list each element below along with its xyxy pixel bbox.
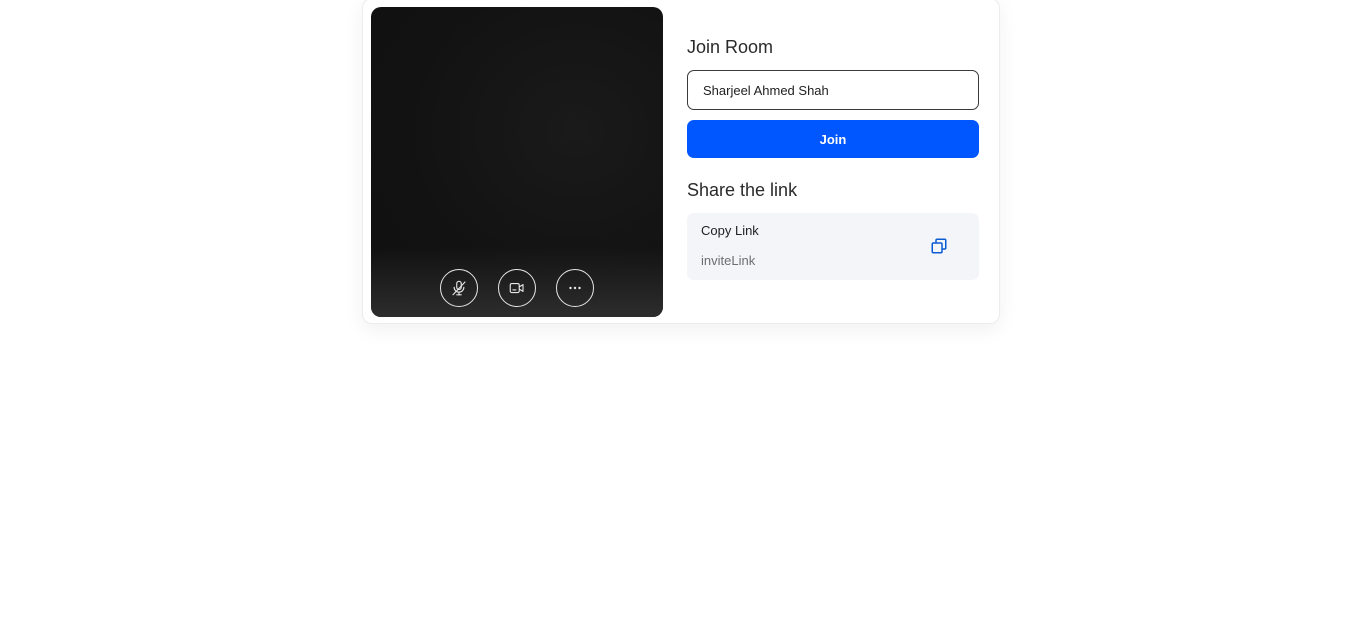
join-room-title: Join Room bbox=[687, 37, 774, 57]
video-preview bbox=[371, 7, 663, 317]
copy-link-box: Copy Link inviteLink bbox=[687, 213, 979, 280]
copy-icon[interactable] bbox=[930, 237, 948, 255]
share-link-title: Share the link bbox=[687, 180, 798, 200]
more-options-button[interactable] bbox=[556, 269, 594, 307]
name-input[interactable] bbox=[687, 70, 979, 110]
preview-controls bbox=[371, 269, 663, 307]
mic-off-icon bbox=[452, 280, 466, 296]
camera-icon bbox=[509, 282, 524, 294]
more-options-icon bbox=[569, 286, 581, 290]
join-button[interactable]: Join bbox=[687, 120, 979, 158]
mute-microphone-button[interactable] bbox=[440, 269, 478, 307]
copy-link-label: Copy Link bbox=[701, 223, 759, 238]
join-room-card: Join Room Join Share the link Copy Link … bbox=[362, 0, 1000, 324]
toggle-camera-button[interactable] bbox=[498, 269, 536, 307]
invite-link-value: inviteLink bbox=[701, 253, 756, 268]
